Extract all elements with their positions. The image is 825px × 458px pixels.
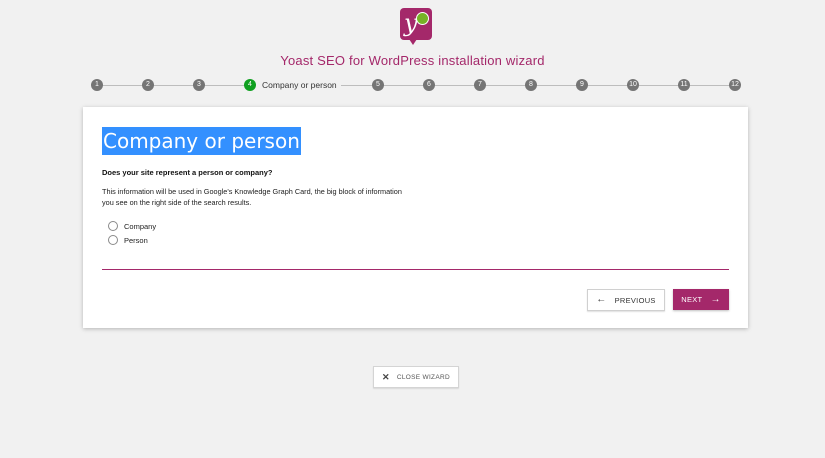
- logo-letter: y: [404, 9, 418, 37]
- step-3[interactable]: 3: [193, 79, 205, 91]
- close-icon: ✕: [382, 371, 390, 382]
- step-5[interactable]: 5: [372, 79, 384, 91]
- step-8[interactable]: 8: [525, 79, 537, 91]
- step-12[interactable]: 12: [729, 79, 741, 91]
- step-10[interactable]: 10: [627, 79, 639, 91]
- step-7[interactable]: 7: [474, 79, 486, 91]
- previous-button[interactable]: ← PREVIOUS: [587, 289, 665, 311]
- next-label: NEXT: [681, 295, 703, 304]
- wizard-card: Company or person Does your site represe…: [83, 107, 748, 328]
- close-wizard-label: CLOSE WIZARD: [396, 373, 450, 381]
- step-2[interactable]: 2: [142, 79, 154, 91]
- step-connector: [97, 85, 245, 86]
- radio-option-person[interactable]: Person: [108, 234, 148, 246]
- step-4[interactable]: 4: [244, 79, 256, 91]
- previous-label: PREVIOUS: [614, 295, 656, 305]
- logo-dot-icon: [416, 12, 429, 25]
- step-1[interactable]: 1: [91, 79, 103, 91]
- step-6[interactable]: 6: [423, 79, 435, 91]
- question-label: Does your site represent a person or com…: [102, 168, 273, 177]
- radio-button[interactable]: [108, 235, 118, 245]
- close-wizard-button[interactable]: ✕ CLOSE WIZARD: [373, 366, 459, 388]
- next-button[interactable]: NEXT →: [673, 289, 729, 310]
- active-step-label: Company or person: [262, 80, 341, 90]
- radio-button[interactable]: [108, 221, 118, 231]
- page-title: Company or person: [102, 127, 301, 155]
- arrow-left-icon: ←: [596, 294, 607, 305]
- stepper: 1 2 3 4 Company or person 5 6 7 8 9 10 1…: [91, 79, 741, 93]
- info-text: This information will be used in Google'…: [102, 187, 402, 207]
- logo-tail: [409, 39, 417, 45]
- divider: [102, 269, 729, 270]
- radio-label: Company: [124, 221, 157, 231]
- radio-option-company[interactable]: Company: [108, 220, 156, 232]
- yoast-logo: y: [400, 8, 432, 45]
- step-11[interactable]: 11: [678, 79, 690, 91]
- wizard-title: Yoast SEO for WordPress installation wiz…: [280, 53, 545, 68]
- step-9[interactable]: 9: [576, 79, 588, 91]
- radio-label: Person: [124, 235, 148, 245]
- arrow-right-icon: →: [710, 293, 721, 305]
